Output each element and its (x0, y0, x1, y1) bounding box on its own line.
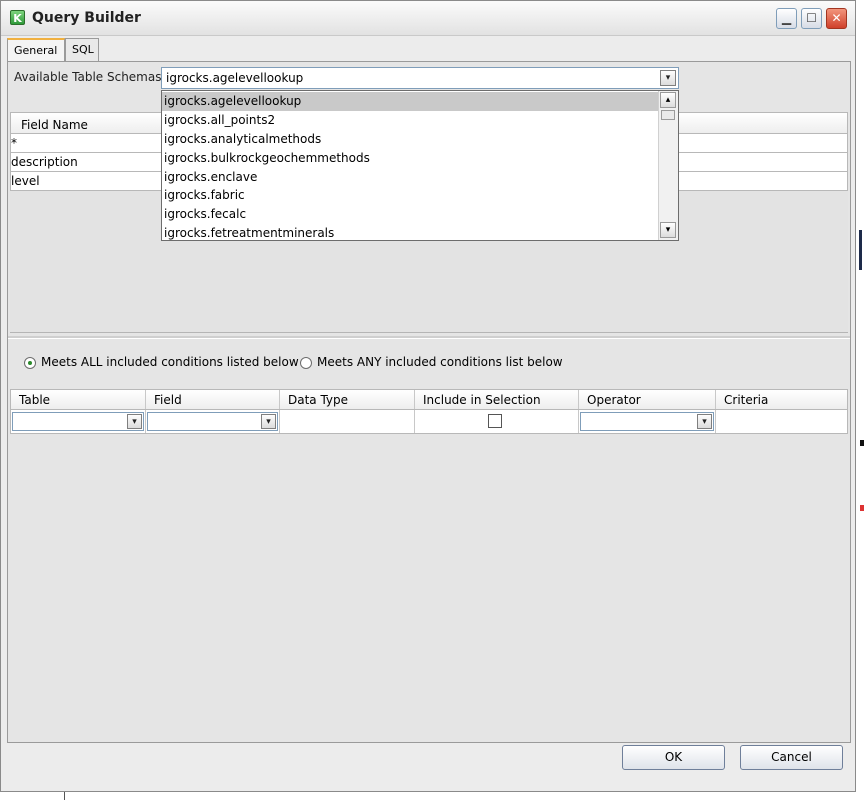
data-type-cell[interactable] (280, 410, 415, 433)
table-select[interactable]: ▾ (12, 412, 144, 431)
table-cell: ▾ (11, 410, 146, 433)
column-header-operator[interactable]: Operator (579, 390, 716, 409)
column-header-include[interactable]: Include in Selection (415, 390, 579, 409)
field-select[interactable]: ▾ (147, 412, 278, 431)
chevron-down-icon[interactable]: ▾ (261, 414, 276, 429)
schema-option[interactable]: igrocks.bulkrockgeochemmethods (162, 149, 658, 168)
background-app-fragment (859, 230, 865, 270)
scroll-down-icon[interactable]: ▾ (660, 222, 676, 238)
column-header-label: Field Name (21, 118, 88, 132)
scroll-up-icon[interactable]: ▴ (660, 92, 676, 108)
chevron-down-icon[interactable]: ▾ (127, 414, 142, 429)
tab-general[interactable]: General (7, 38, 65, 62)
schema-option[interactable]: igrocks.fecalc (162, 205, 658, 224)
schema-option[interactable]: igrocks.agelevellookup (162, 92, 658, 111)
schema-option[interactable]: igrocks.fetreatmentminerals (162, 224, 658, 240)
radio-selected-icon (24, 356, 36, 369)
schema-selected-value: igrocks.agelevellookup (166, 71, 304, 85)
minimize-button[interactable]: ▁ (776, 8, 797, 29)
criteria-cell[interactable] (716, 410, 847, 433)
background-app (856, 0, 865, 800)
title-bar[interactable]: K Query Builder ▁ ☐ ✕ (1, 1, 855, 36)
radio-meets-any[interactable]: Meets ANY included conditions list below (300, 355, 563, 369)
query-builder-dialog: K Query Builder ▁ ☐ ✕ General SQL Availa… (0, 0, 856, 792)
close-button[interactable]: ✕ (826, 8, 847, 29)
field-name-cell: * (11, 136, 17, 150)
window-title: Query Builder (32, 10, 141, 26)
schema-option[interactable]: igrocks.fabric (162, 186, 658, 205)
include-cell (415, 410, 579, 433)
field-cell: ▾ (146, 410, 280, 433)
radio-label: Meets ALL included conditions listed bel… (41, 355, 299, 369)
background-app-fragment (860, 505, 864, 511)
app-icon: K (10, 10, 25, 25)
include-in-selection-checkbox[interactable] (488, 414, 502, 428)
column-header-data-type[interactable]: Data Type (280, 390, 415, 409)
radio-meets-all[interactable]: Meets ALL included conditions listed bel… (24, 355, 299, 369)
scrollbar-thumb[interactable] (661, 110, 675, 120)
field-name-cell: level (11, 174, 40, 188)
schema-dropdown-list: igrocks.agelevellookup igrocks.all_point… (161, 90, 679, 241)
operator-select[interactable]: ▾ (580, 412, 714, 431)
chevron-down-icon[interactable]: ▾ (697, 414, 712, 429)
tab-sql[interactable]: SQL (65, 38, 99, 61)
schema-option[interactable]: igrocks.enclave (162, 168, 658, 187)
background-app (0, 793, 865, 800)
condition-row: ▾ ▾ ▾ (10, 410, 848, 434)
background-app-fragment (860, 440, 864, 446)
column-header-criteria[interactable]: Criteria (716, 390, 847, 409)
operator-cell: ▾ (579, 410, 716, 433)
radio-label: Meets ANY included conditions list below (317, 355, 563, 369)
schema-option[interactable]: igrocks.analyticalmethods (162, 130, 658, 149)
schema-select[interactable]: igrocks.agelevellookup ▾ (161, 67, 679, 89)
column-header-field[interactable]: Field (146, 390, 280, 409)
column-header-table[interactable]: Table (11, 390, 146, 409)
ok-button[interactable]: OK (622, 745, 725, 770)
general-panel: Available Table Schemas: igrocks.ageleve… (7, 61, 851, 743)
schema-label: Available Table Schemas: (14, 70, 166, 84)
conditions-header: Table Field Data Type Include in Selecti… (10, 389, 848, 410)
section-divider (8, 336, 850, 339)
schema-option[interactable]: igrocks.all_points2 (162, 111, 658, 130)
background-app-fragment (64, 792, 65, 800)
radio-unselected-icon (300, 356, 312, 369)
cancel-button[interactable]: Cancel (740, 745, 843, 770)
dropdown-scrollbar[interactable]: ▴ ▾ (658, 91, 678, 240)
chevron-down-icon[interactable]: ▾ (660, 70, 676, 86)
maximize-button[interactable]: ☐ (801, 8, 822, 29)
field-name-cell: description (11, 155, 78, 169)
